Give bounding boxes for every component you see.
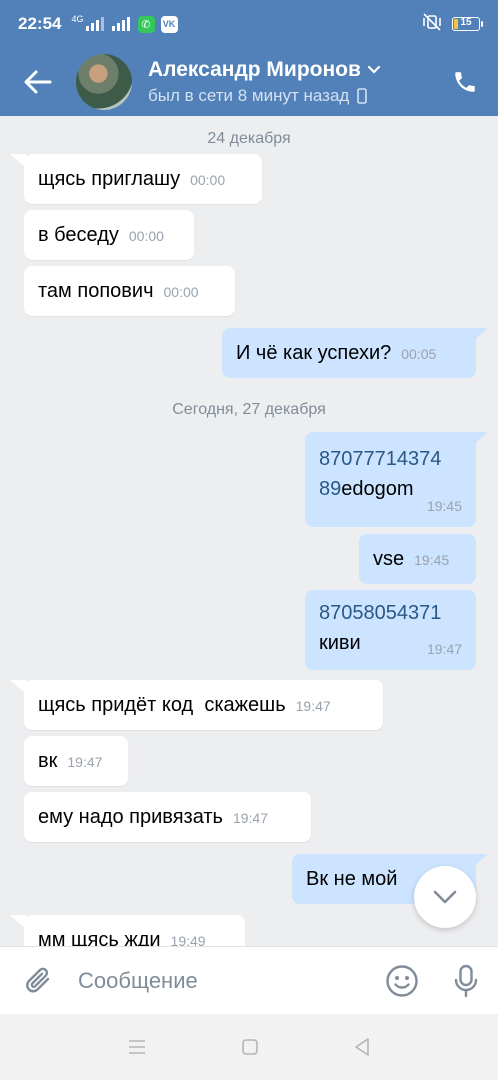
message-list[interactable]: 24 декабря щясь приглашу 00:00 в беседу 00…: [0, 116, 498, 946]
message-composer: [0, 946, 498, 1014]
message-text: И чё как успехи?: [236, 342, 392, 364]
phone-link[interactable]: 87077714374: [319, 448, 441, 470]
mobile-device-icon: [357, 88, 368, 104]
message-incoming[interactable]: мм щясь жди 19:49: [24, 915, 245, 946]
microphone-icon: [454, 964, 478, 997]
scroll-down-chevron-icon: [433, 890, 457, 904]
message-text: киви: [319, 632, 361, 654]
message-text: ему надо привязать: [38, 806, 223, 828]
status-bar: 22:54 4G ✆ VK 15: [0, 0, 498, 48]
signal-icon-2: [111, 17, 130, 31]
date-separator: 24 декабря: [207, 130, 291, 147]
message-outgoing[interactable]: vse 19:45: [359, 534, 476, 584]
phone-link[interactable]: 87058054371: [319, 602, 441, 624]
phone-link-cont[interactable]: 89: [319, 478, 341, 500]
signal-icon: [85, 17, 104, 31]
message-incoming[interactable]: в беседу 00:00: [24, 210, 194, 260]
nav-home-icon[interactable]: [241, 1038, 259, 1056]
message-outgoing[interactable]: И чё как успехи? 00:05: [222, 328, 476, 378]
message-time: 19:47: [426, 641, 462, 657]
message-time: 19:45: [426, 498, 462, 514]
chat-header: Александр Миронов был в сети 8 минут наз…: [0, 48, 498, 116]
message-time: 19:47: [67, 754, 103, 770]
voice-message-button[interactable]: [434, 964, 498, 998]
message-incoming[interactable]: ему надо привязать 19:47: [24, 792, 311, 842]
emoji-button[interactable]: [370, 964, 434, 998]
message-text: Вк не мой: [306, 868, 398, 890]
message-incoming[interactable]: щясь приглашу 00:00: [24, 154, 262, 204]
network-type: 4G: [71, 14, 84, 24]
system-navigation-bar: [0, 1014, 498, 1080]
message-text: vse: [373, 548, 405, 570]
whatsapp-notification-icon: ✆: [137, 15, 155, 33]
status-time: 22:54: [18, 14, 62, 33]
back-button[interactable]: [0, 48, 76, 116]
contact-info[interactable]: Александр Миронов был в сети 8 минут наз…: [148, 58, 432, 106]
message-text: там попович: [38, 280, 154, 302]
message-text: в беседу: [38, 224, 119, 246]
message-outgoing[interactable]: 87077714374 89edogom 19:45: [305, 432, 476, 527]
vk-notification-icon: VK: [160, 15, 178, 33]
message-time: 00:00: [190, 172, 226, 188]
chevron-down-icon: [367, 65, 381, 74]
contact-name: Александр Миронов: [148, 58, 361, 81]
nav-back-icon[interactable]: [353, 1037, 371, 1057]
nav-menu-icon[interactable]: [127, 1039, 147, 1055]
message-text: мм щясь жди: [38, 929, 161, 946]
message-time: 19:45: [414, 552, 450, 568]
message-incoming[interactable]: там попович 00:00: [24, 266, 235, 316]
attach-button[interactable]: [0, 965, 78, 997]
contact-status: был в сети 8 минут назад: [148, 86, 350, 105]
message-text: щясь приглашу: [38, 168, 181, 190]
message-incoming[interactable]: щясь придёт код скажешь 19:47: [24, 680, 383, 730]
date-separator: Сегодня, 27 декабря: [172, 401, 326, 418]
phone-icon: [455, 72, 475, 92]
scroll-to-bottom-button[interactable]: [414, 866, 476, 928]
back-arrow-icon: [24, 70, 52, 94]
message-time: 00:00: [128, 228, 164, 244]
battery-level: 15: [460, 17, 472, 28]
message-time: 19:49: [170, 933, 206, 946]
message-outgoing[interactable]: 87058054371 киви 19:47: [305, 590, 476, 670]
avatar[interactable]: [76, 54, 132, 110]
message-text: edogom: [341, 478, 414, 500]
message-incoming[interactable]: вк 19:47: [24, 736, 128, 786]
battery-icon: 15: [452, 17, 483, 31]
message-text: вк: [38, 750, 58, 772]
emoji-icon: [386, 964, 418, 997]
attach-clip-icon: [26, 967, 50, 992]
message-text: щясь придёт код скажешь: [38, 694, 286, 716]
message-input[interactable]: [78, 967, 370, 994]
vibrate-mute-icon: [422, 12, 442, 36]
call-button[interactable]: [432, 48, 498, 116]
message-time: 19:47: [295, 698, 331, 714]
message-time: 00:00: [163, 284, 199, 300]
message-time: 19:47: [232, 810, 269, 826]
message-time: 00:05: [401, 346, 437, 362]
